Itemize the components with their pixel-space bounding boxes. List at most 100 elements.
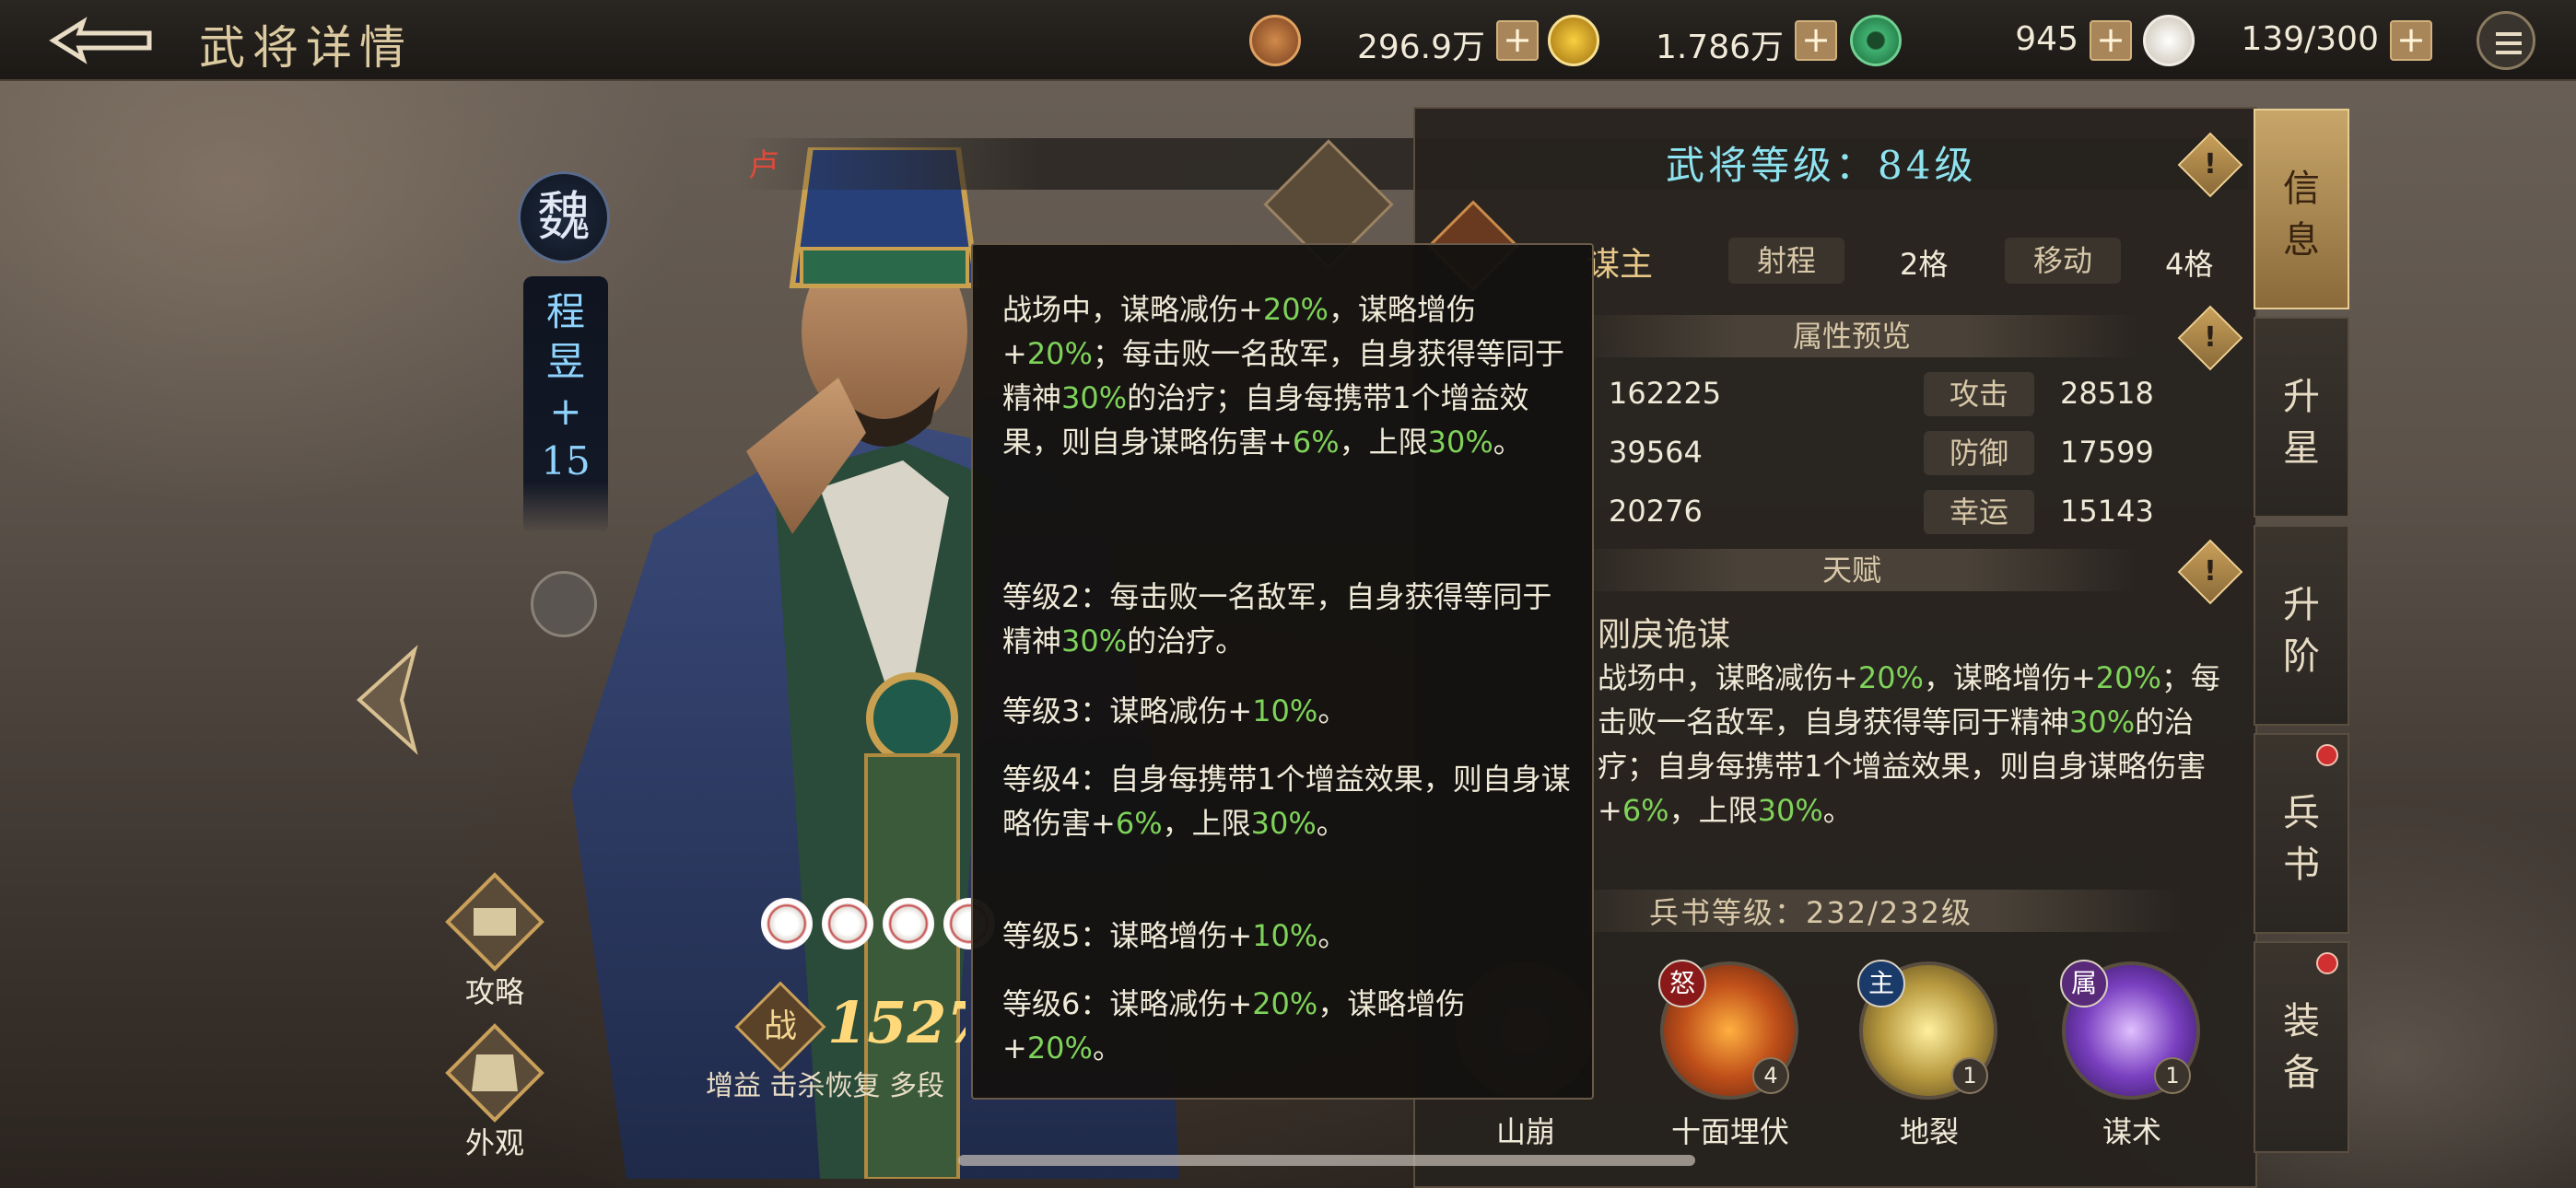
highlight-value: 6% xyxy=(1292,425,1340,460)
resource-value: 139/300 xyxy=(2241,20,2379,58)
skill-tag: 主 xyxy=(1857,960,1905,1007)
stat-label: 防御 xyxy=(1924,431,2034,475)
highlight-value: 20% xyxy=(1026,336,1093,371)
hero-name-char: + xyxy=(549,389,582,434)
view-toggle-icon[interactable] xyxy=(531,571,597,637)
highlight-value: 20% xyxy=(2095,660,2161,695)
skill-tag: 属 xyxy=(2060,960,2108,1007)
skill-level: 1 xyxy=(2154,1057,2191,1094)
tooltip-paragraph: 等级6：谋略减伤+20%，谋略增伤+20%。 xyxy=(1002,982,1574,1070)
skill-icon[interactable]: 怒 4 xyxy=(1658,960,1798,1100)
text-segment: 。 xyxy=(1317,693,1348,728)
resource-copper: 296.9万 + xyxy=(1249,15,1539,66)
talent-name: 刚戾诡谋 xyxy=(1598,616,1731,654)
skill-tag: 怒 xyxy=(1658,960,1706,1007)
highlight-value: 10% xyxy=(1252,693,1318,728)
stat-hp-value: 162225 xyxy=(1609,376,1722,411)
highlight-value: 30% xyxy=(1061,623,1128,658)
text-segment: ，上限 xyxy=(1339,425,1428,460)
highlight-value: 30% xyxy=(2069,705,2136,740)
book-level: 兵书等级：232/232级 xyxy=(1649,895,1973,930)
star-icon xyxy=(822,898,873,949)
highlight-value: 30% xyxy=(1250,806,1317,841)
home-indicator xyxy=(958,1155,1695,1166)
page-title: 武将详情 xyxy=(199,21,413,75)
highlight-value: 30% xyxy=(1427,425,1493,460)
skill-name: 谋术 xyxy=(2102,1114,2161,1149)
text-segment: ，上限 xyxy=(1669,793,1758,828)
tab-equipment[interactable]: 装备 xyxy=(2254,941,2349,1153)
menu-icon[interactable] xyxy=(2476,11,2535,70)
appearance-label: 外观 xyxy=(464,1125,524,1160)
text-segment: 战场中，谋略减伤+ xyxy=(1598,660,1858,695)
highlight-value: 10% xyxy=(1252,918,1318,953)
star-icon xyxy=(761,898,813,949)
stat-label: 幸运 xyxy=(1924,490,2034,534)
text-segment: 等级3：谋略减伤+ xyxy=(1002,693,1253,728)
scroll-icon xyxy=(445,872,544,972)
highlight-value: 20% xyxy=(1857,660,1924,695)
text-segment: 。 xyxy=(1317,918,1348,953)
highlight-value: 30% xyxy=(1061,380,1128,415)
hero-level: 武将等级：84级 xyxy=(1666,143,1977,188)
tooltip-paragraph: 等级5：谋略增伤+10%。 xyxy=(1002,914,1574,958)
skill-level: 4 xyxy=(1752,1057,1789,1094)
role-label: 谋主 xyxy=(1587,246,1654,284)
resource-food: 139/300 + xyxy=(2143,15,2432,66)
text-segment: ，上限 xyxy=(1162,806,1251,841)
text-segment: 。 xyxy=(1092,1031,1122,1066)
highlight-value: 20% xyxy=(1252,986,1318,1021)
talent-tooltip: 战场中，谋略减伤+20%，谋略增伤+20%；每击败一名敌军，自身获得等同于精神3… xyxy=(971,243,1594,1100)
hero-name: 程 昱 + 15 xyxy=(540,287,591,486)
highlight-value: 20% xyxy=(1262,292,1329,327)
highlight-value: 20% xyxy=(1026,1031,1093,1066)
skill-name: 山崩 xyxy=(1495,1114,1555,1149)
appearance-button[interactable]: 外观 xyxy=(444,1022,545,1160)
tab-advance[interactable]: 升阶 xyxy=(2254,525,2349,726)
notification-dot xyxy=(2316,744,2338,766)
add-food-button[interactable]: + xyxy=(2390,20,2432,61)
text-segment: ，谋略增伤+ xyxy=(1923,660,2096,695)
notification-dot xyxy=(2316,952,2338,974)
stat-value: 20276 xyxy=(1609,494,1703,529)
tooltip-paragraph: 等级2：每击败一名敌军，自身获得等同于精神30%的治疗。 xyxy=(1002,575,1574,663)
tooltip-paragraph: 战场中，谋略减伤+20%，谋略增伤+20%；每击败一名敌军，自身获得等同于精神3… xyxy=(1002,287,1574,464)
text-segment: 等级6：谋略减伤+ xyxy=(1002,986,1253,1021)
resource-gold: 1.786万 + xyxy=(1548,15,1837,66)
jade-icon xyxy=(1850,15,1902,66)
add-gold-button[interactable]: + xyxy=(1795,20,1837,61)
resource-value: 296.9万 xyxy=(1356,29,1485,66)
tooltip-paragraph: 等级3：谋略减伤+10%。 xyxy=(1002,689,1574,733)
combat-power: 1527 xyxy=(827,989,966,1056)
skill-icon[interactable]: 属 1 xyxy=(2060,960,2200,1100)
strategy-button[interactable]: 攻略 xyxy=(444,871,545,1009)
faction-badge: 魏 xyxy=(518,171,610,263)
gold-coin-icon xyxy=(1548,15,1599,66)
back-arrow-icon[interactable] xyxy=(46,17,157,64)
skill-icon[interactable]: 主 1 xyxy=(1857,960,1997,1100)
text-segment: 的治疗。 xyxy=(1127,623,1246,658)
tab-info[interactable]: 信息 xyxy=(2254,109,2349,309)
resource-value: 1.786万 xyxy=(1655,29,1784,66)
tab-star-up[interactable]: 升星 xyxy=(2254,317,2349,518)
previous-hero-arrow-icon[interactable] xyxy=(350,645,433,755)
add-jade-button[interactable]: + xyxy=(2090,20,2132,61)
text-segment: 战场中，谋略减伤+ xyxy=(1002,292,1263,327)
move-label: 移动 xyxy=(2005,238,2121,284)
resource-jade: 945 + xyxy=(1850,15,2132,66)
add-copper-button[interactable]: + xyxy=(1496,20,1539,61)
stat-value: 28518 xyxy=(2060,376,2154,411)
copper-coins-icon xyxy=(1249,15,1301,66)
hero-name-char: 程 xyxy=(545,289,585,334)
stat-value: 15143 xyxy=(2060,494,2154,529)
tooltip-paragraph: 等级4：自身每携带1个增益效果，则自身谋略伤害+6%，上限30%。 xyxy=(1002,757,1574,845)
hero-name-char: 昱 xyxy=(545,339,585,384)
talent-description: 战场中，谋略减伤+20%，谋略增伤+20%；每击败一名敌军，自身获得等同于精神3… xyxy=(1598,656,2233,833)
text-segment: 。 xyxy=(1822,793,1853,828)
tab-war-book[interactable]: 兵书 xyxy=(2254,733,2349,934)
stat-label: 攻击 xyxy=(1924,372,2034,416)
highlight-value: 6% xyxy=(1115,806,1163,841)
talent-header: 天赋 xyxy=(1566,549,2137,591)
skill-name: 十面埋伏 xyxy=(1670,1114,1789,1149)
highlight-value: 30% xyxy=(1757,793,1823,828)
